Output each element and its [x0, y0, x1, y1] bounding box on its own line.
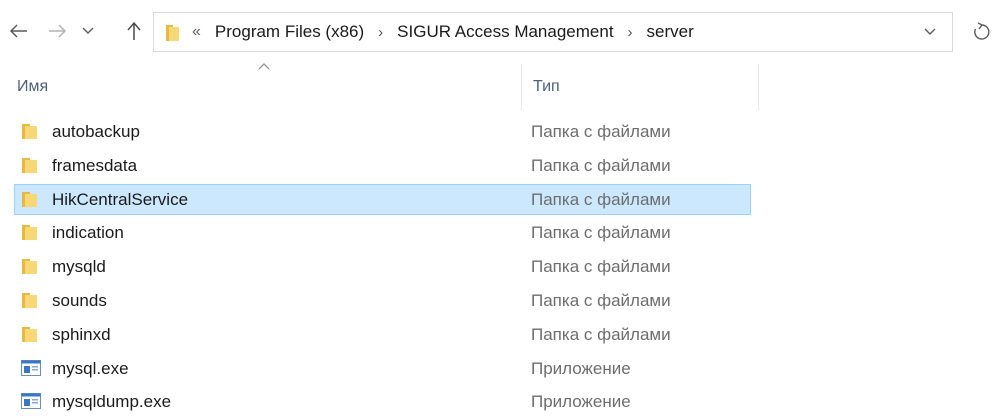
file-type: Папка с файлами	[531, 155, 671, 175]
refresh-button[interactable]	[961, 12, 1001, 52]
file-name: sounds	[52, 291, 107, 310]
folder-icon	[21, 122, 41, 140]
application-icon	[21, 359, 41, 377]
file-row[interactable]: sphinxd Папка с файлами	[14, 319, 751, 350]
breadcrumb-separator[interactable]: ›	[628, 24, 633, 41]
chevron-down-icon	[82, 27, 94, 34]
breadcrumb-separator[interactable]: ›	[378, 24, 383, 41]
breadcrumb-program-files[interactable]: Program Files (x86)	[211, 22, 368, 42]
address-history-button[interactable]	[916, 13, 944, 51]
column-header-name[interactable]: Имя	[0, 63, 522, 110]
sort-ascending-icon	[258, 63, 270, 70]
breadcrumb: « Program Files (x86) › SIGUR Access Man…	[192, 13, 904, 51]
file-name: sphinxd	[52, 324, 111, 344]
folder-icon	[21, 190, 41, 208]
column-headers: Имя Тип	[0, 63, 1005, 110]
file-row[interactable]: mysql.exe Приложение	[14, 353, 751, 384]
breadcrumb-sigur[interactable]: SIGUR Access Management	[393, 22, 617, 42]
arrow-left-icon	[9, 24, 27, 38]
arrow-right-icon	[49, 24, 67, 38]
file-name: mysql.exe	[52, 358, 129, 378]
file-type: Папка с файлами	[531, 291, 671, 310]
file-type: Папка с файлами	[531, 223, 671, 243]
file-name: indication	[52, 223, 124, 243]
file-type: Приложение	[531, 392, 631, 412]
column-header-name-label: Имя	[17, 78, 49, 95]
breadcrumb-server[interactable]: server	[643, 22, 698, 42]
folder-icon	[21, 223, 41, 241]
address-bar[interactable]: « Program Files (x86) › SIGUR Access Man…	[153, 12, 953, 52]
file-type: Приложение	[531, 358, 631, 378]
column-header-type-label: Тип	[533, 78, 560, 95]
file-type: Папка с файлами	[531, 122, 671, 141]
folder-icon	[21, 291, 41, 309]
file-row[interactable]: HikCentralService Папка с файлами	[14, 183, 751, 215]
file-row[interactable]: autobackup Папка с файлами	[14, 116, 751, 147]
folder-icon	[166, 25, 179, 41]
file-name: mysqld	[52, 257, 106, 277]
forward-button[interactable]	[44, 17, 70, 45]
folder-icon	[21, 257, 41, 275]
file-name: autobackup	[52, 122, 140, 141]
file-name: HikCentralService	[52, 189, 189, 209]
up-button[interactable]	[121, 17, 147, 45]
file-row[interactable]: mysqldump.exe Приложение	[14, 386, 751, 417]
breadcrumb-overflow-button[interactable]: «	[192, 23, 201, 41]
file-row[interactable]: framesdata Папка с файлами	[14, 150, 751, 181]
recent-locations-button[interactable]	[79, 17, 97, 45]
file-row[interactable]: indication Папка с файлами	[14, 217, 751, 248]
file-type: Папка с файлами	[531, 189, 671, 209]
navigation-bar: « Program Files (x86) › SIGUR Access Man…	[0, 0, 1005, 64]
file-type: Папка с файлами	[531, 257, 671, 277]
folder-icon	[21, 325, 41, 343]
folder-icon	[21, 156, 41, 174]
file-type: Папка с файлами	[531, 324, 671, 344]
file-name: mysqldump.exe	[52, 392, 172, 412]
file-row[interactable]: sounds Папка с файлами	[14, 285, 751, 316]
refresh-icon	[974, 22, 990, 40]
arrow-up-icon	[127, 21, 141, 40]
file-name: framesdata	[52, 155, 138, 175]
column-header-type[interactable]: Тип	[522, 64, 759, 110]
back-button[interactable]	[6, 17, 32, 45]
file-row[interactable]: mysqld Папка с файлами	[14, 251, 751, 282]
chevron-down-icon	[924, 28, 936, 35]
application-icon	[21, 392, 41, 410]
